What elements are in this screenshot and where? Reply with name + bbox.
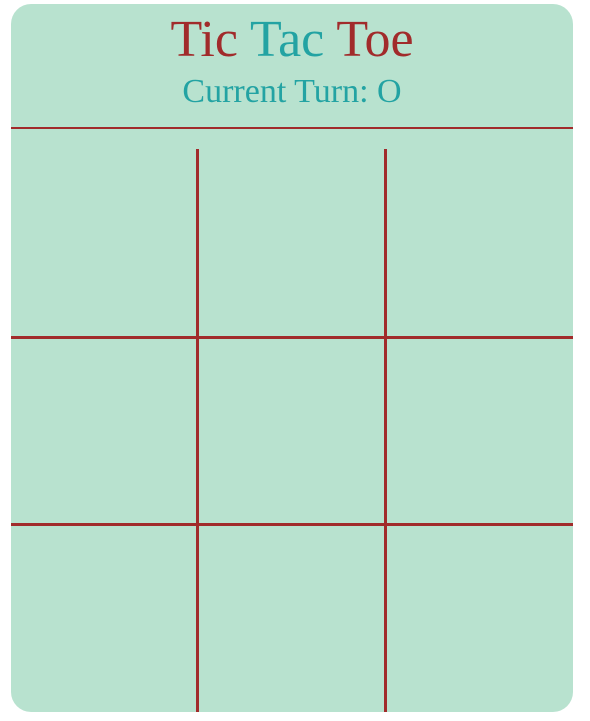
board-cell-6[interactable]: [387, 339, 573, 526]
game-board: [11, 149, 573, 712]
board-cell-4[interactable]: [11, 339, 197, 526]
board-cell-8[interactable]: [199, 526, 385, 712]
grid-line-vertical-1: [196, 149, 199, 712]
grid-line-horizontal-2: [11, 523, 573, 526]
board-cell-5[interactable]: [199, 339, 385, 526]
title-word-2: Tac: [249, 11, 325, 68]
game-title: Tic Tac Toe: [11, 10, 573, 70]
board-cell-9[interactable]: [387, 526, 573, 712]
title-word-3: Toe: [336, 11, 414, 68]
current-turn-label: Current Turn: O: [182, 73, 402, 110]
board-cell-3[interactable]: [387, 149, 573, 336]
game-card: Tic Tac Toe Current Turn: O: [11, 4, 573, 712]
header-divider: [11, 127, 573, 129]
grid-line-horizontal-1: [11, 336, 573, 339]
grid-line-vertical-2: [384, 149, 387, 712]
board-cell-2[interactable]: [199, 149, 385, 336]
board-cell-1[interactable]: [11, 149, 197, 336]
title-word-1: Tic: [170, 11, 238, 68]
board-cell-7[interactable]: [11, 526, 197, 712]
game-header: Tic Tac Toe Current Turn: O: [11, 4, 573, 127]
